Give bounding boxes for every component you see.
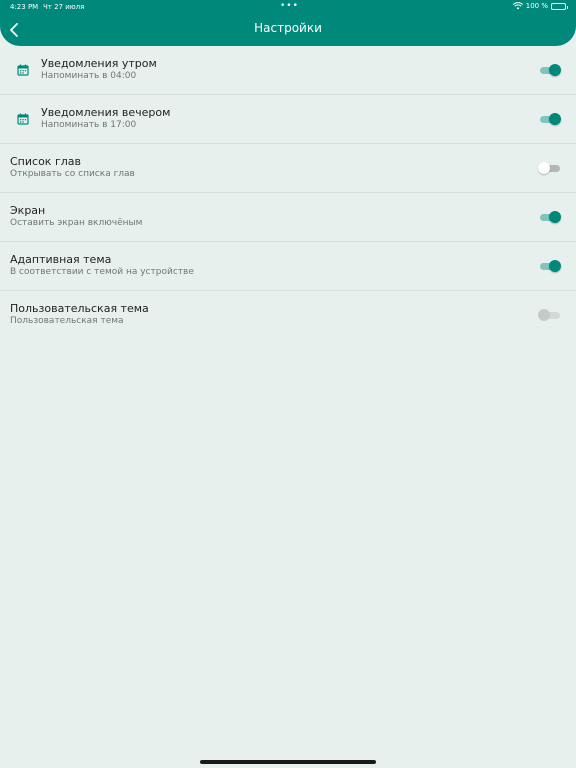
settings-list: Уведомления утром Напоминать в 04:00 Уве… [0,46,576,340]
setting-text: Пользовательская тема Пользовательская т… [10,302,149,327]
setting-title: Экран [10,204,46,217]
custom-theme-toggle[interactable] [538,309,560,321]
page-title: Настройки [254,21,322,35]
status-bar: 4:23 PM Чт 27 июля ••• 100 % [0,0,576,14]
setting-title: Список глав [10,155,81,168]
battery-icon [551,2,568,10]
status-date: Чт 27 июля [43,3,85,11]
setting-title: Адаптивная тема [10,253,112,266]
setting-text: Адаптивная тема В соответствии с темой н… [10,253,194,278]
setting-text: Уведомления вечером Напоминать в 17:00 [41,106,170,131]
setting-subtitle: Напоминать в 17:00 [41,120,137,130]
battery-percent: 100 % [525,2,548,10]
home-indicator[interactable] [200,760,376,764]
keep-screen-on-toggle[interactable] [540,211,561,223]
chapter-list-toggle[interactable] [538,162,560,174]
setting-row-adaptive-theme[interactable]: Адаптивная тема В соответствии с темой н… [0,242,576,291]
morning-notifications-toggle[interactable] [540,64,561,76]
setting-title: Уведомления вечером [41,106,171,119]
app-header: 4:23 PM Чт 27 июля ••• 100 % Настройки [0,0,576,46]
setting-row-custom-theme[interactable]: Пользовательская тема Пользовательская т… [0,291,576,340]
evening-notifications-toggle[interactable] [540,113,561,125]
setting-subtitle: Напоминать в 04:00 [41,71,137,81]
setting-subtitle: Оставить экран включёным [10,218,143,228]
setting-text: Список глав Открывать со списка глав [10,155,135,180]
setting-title: Пользовательская тема [10,302,149,315]
setting-row-morning-notifications[interactable]: Уведомления утром Напоминать в 04:00 [0,46,576,95]
status-right: 100 % [512,2,568,10]
setting-subtitle: В соответствии с темой на устройстве [10,267,194,277]
multitasking-dots[interactable]: ••• [280,1,299,11]
adaptive-theme-toggle[interactable] [540,260,561,272]
setting-row-chapter-list[interactable]: Список глав Открывать со списка глав [0,144,576,193]
setting-row-evening-notifications[interactable]: Уведомления вечером Напоминать в 17:00 [0,95,576,144]
calendar-icon [17,64,29,76]
setting-subtitle: Открывать со списка глав [10,169,135,179]
calendar-icon [17,113,29,125]
setting-text: Экран Оставить экран включёным [10,204,142,229]
setting-subtitle: Пользовательская тема [10,316,124,326]
status-time: 4:23 PM [10,3,39,11]
setting-text: Уведомления утром Напоминать в 04:00 [41,57,157,82]
wifi-icon [512,2,523,10]
setting-row-screen[interactable]: Экран Оставить экран включёным [0,193,576,242]
setting-title: Уведомления утром [41,57,157,70]
